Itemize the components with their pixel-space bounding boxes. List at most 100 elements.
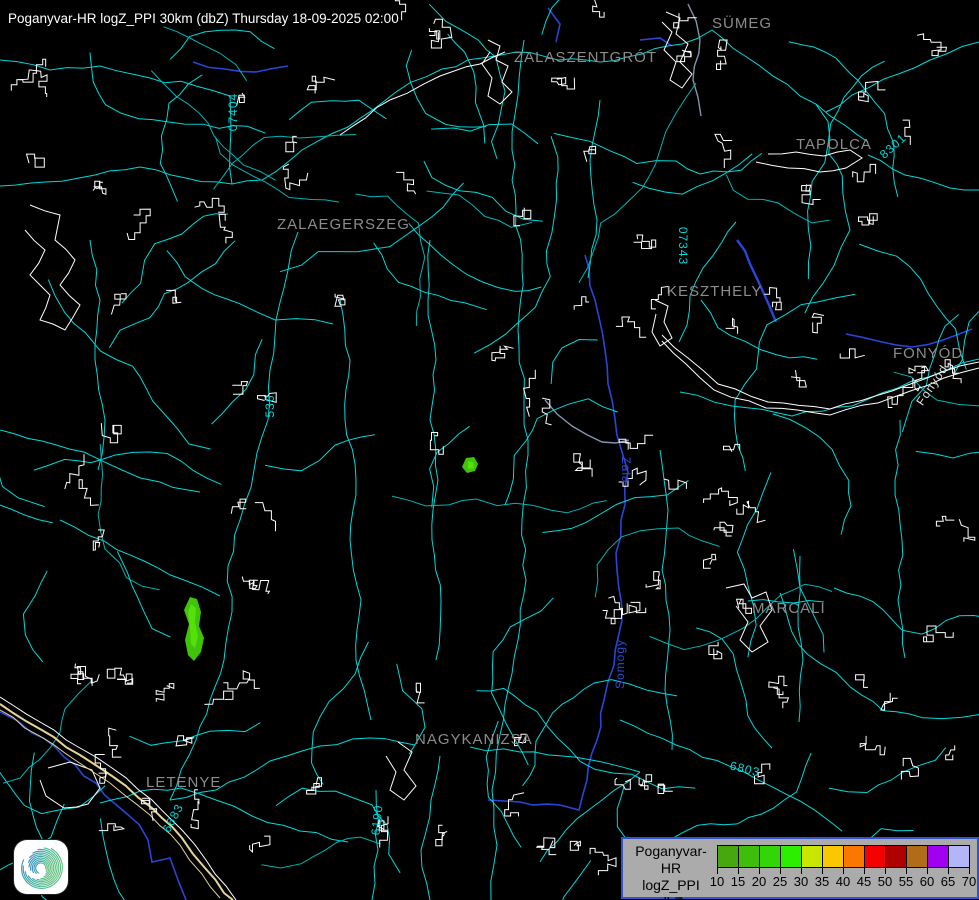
map-line: [117, 674, 133, 684]
map-line: [726, 175, 829, 223]
map-line: [424, 161, 543, 221]
map-line: [652, 300, 672, 346]
legend-tick-label: 30: [790, 874, 812, 889]
map-line: [0, 433, 53, 523]
map-line: [704, 488, 738, 506]
map-line: [421, 756, 440, 900]
legend-swatch: [906, 845, 928, 868]
legend-product: logZ_PPI: [627, 877, 715, 894]
legend-swatch: [801, 845, 823, 868]
map-line: [289, 100, 386, 120]
map-line: [715, 134, 732, 168]
map-line: [936, 516, 954, 526]
map-line: [726, 319, 738, 334]
legend-tick-label: 70: [958, 874, 979, 889]
map-line: [127, 209, 150, 239]
map-line: [99, 824, 124, 831]
legend-tick: [801, 867, 802, 874]
map-line: [590, 848, 616, 875]
map-line: [25, 205, 80, 330]
map-line: [717, 40, 728, 70]
map-line: [946, 745, 955, 759]
map-line: [232, 382, 247, 395]
road-label: 536: [263, 394, 277, 417]
map-line: [829, 748, 946, 793]
map-line: [812, 313, 824, 333]
legend-tick: [780, 867, 781, 874]
city-label-letenye: LETENYE: [146, 774, 221, 791]
map-line: [79, 480, 99, 506]
map-line: [111, 294, 126, 315]
map-line: [436, 825, 447, 846]
map-line: [712, 30, 868, 142]
legend-panel: Poganyvar-HR logZ_PPI dbZ 10152025303540…: [621, 837, 979, 899]
map-line: [109, 728, 122, 757]
map-line: [714, 522, 733, 536]
map-line: [709, 642, 722, 659]
map-line: [701, 300, 817, 359]
map-line: [724, 444, 740, 451]
map-line: [551, 340, 598, 385]
legend-swatch: [759, 845, 781, 868]
legend-swatch: [927, 845, 949, 868]
legend-tick-label: 65: [937, 874, 959, 889]
legend-tick-label: 45: [853, 874, 875, 889]
legend-swatch: [738, 845, 760, 868]
map-line: [737, 240, 776, 322]
map-line: [355, 194, 424, 326]
map-line: [151, 71, 275, 181]
map-line: [895, 420, 905, 658]
map-line: [167, 250, 333, 324]
map-line: [3, 680, 92, 783]
map-line: [204, 691, 233, 704]
map-line: [98, 444, 159, 590]
map-line: [170, 232, 298, 800]
map-line: [789, 42, 898, 197]
legend-tick: [822, 867, 823, 874]
map-line: [283, 164, 308, 190]
map-line: [570, 841, 580, 850]
map-line: [193, 62, 288, 72]
map-line: [860, 736, 885, 755]
city-label-marcali: MARCALI: [752, 600, 826, 617]
map-line: [249, 580, 269, 594]
map-line: [416, 683, 424, 703]
map-line: [430, 433, 443, 455]
river-label-somogy: Somogy: [613, 639, 627, 689]
map-line: [219, 214, 232, 243]
map-line: [616, 317, 646, 337]
map-line: [646, 572, 660, 589]
map-line: [307, 76, 335, 93]
map-line: [491, 40, 528, 900]
map-line: [34, 452, 221, 484]
map-line: [856, 675, 868, 688]
city-label-keszthely: KESZTHELY: [667, 283, 762, 300]
map-line: [773, 688, 788, 709]
storm-spiral-logo: [14, 840, 68, 894]
legend-tick-label: 50: [874, 874, 896, 889]
map-line: [429, 4, 505, 159]
legend-tick: [717, 867, 718, 874]
map-line: [726, 584, 772, 652]
map-graphics: [0, 0, 979, 900]
map-line: [223, 671, 259, 689]
map-line: [492, 346, 514, 361]
legend-tick: [948, 867, 949, 874]
legend-tick: [864, 867, 865, 874]
spiral-line: [36, 863, 46, 873]
map-line: [688, 4, 701, 116]
map-line: [834, 588, 979, 680]
legend-source: Poganyvar-HR: [627, 843, 715, 877]
map-line: [924, 626, 954, 642]
radar-viewport: Poganyvar-HR logZ_PPI 30km (dbZ) Thursda…: [0, 0, 979, 900]
map-line: [27, 154, 45, 167]
map-line: [808, 61, 885, 279]
legend-swatch: [843, 845, 865, 868]
roads-layer: [0, 0, 979, 900]
map-line: [95, 755, 106, 784]
city-label-tapolca: TAPOLCA: [796, 136, 872, 153]
map-line: [737, 472, 771, 657]
legend-swatch: [717, 845, 739, 868]
map-line: [0, 60, 230, 96]
map-line: [545, 400, 629, 443]
